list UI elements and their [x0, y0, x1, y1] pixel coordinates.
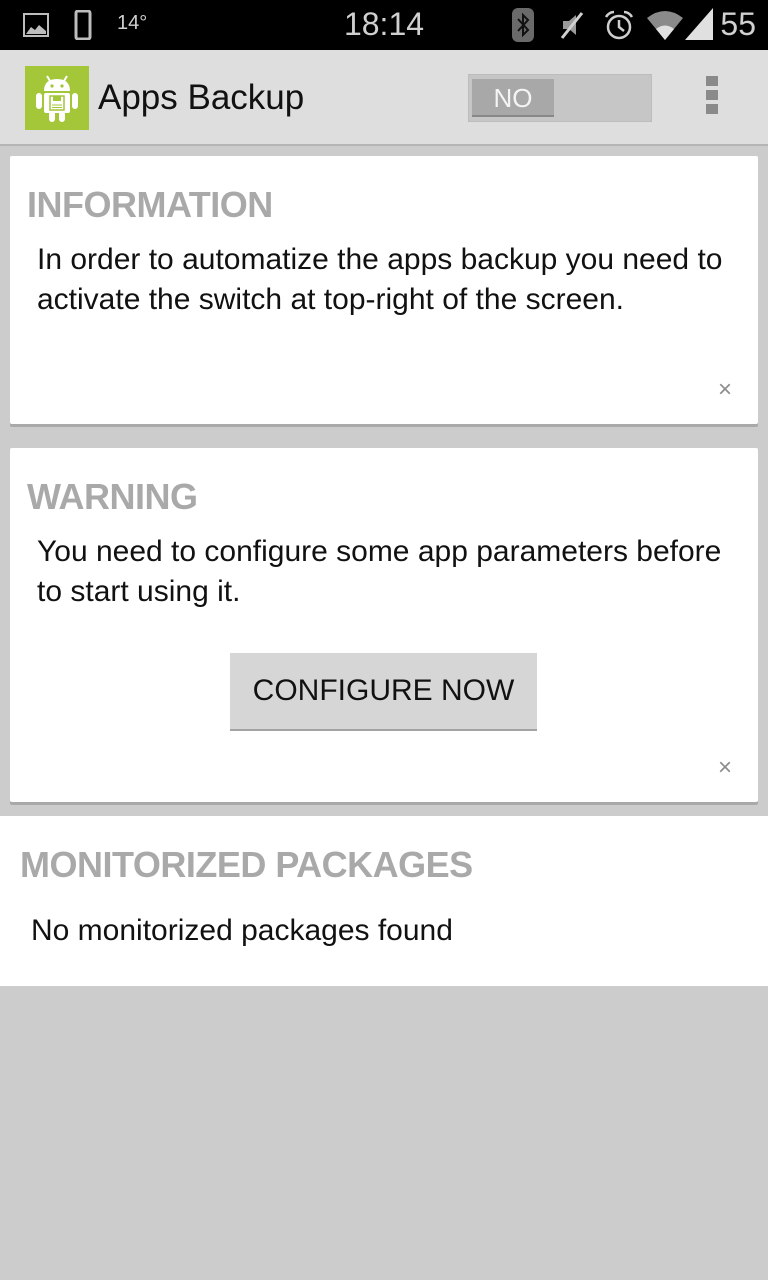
signal-icon [685, 8, 713, 40]
information-title: INFORMATION [27, 184, 273, 225]
wifi-icon [647, 11, 683, 40]
auto-backup-switch[interactable]: NO [468, 74, 652, 122]
app-title: Apps Backup [98, 78, 305, 117]
muted-icon [560, 12, 584, 39]
close-icon[interactable]: × [718, 378, 732, 402]
bluetooth-icon [512, 8, 534, 42]
overflow-menu-icon[interactable] [704, 76, 720, 122]
action-bar: Apps Backup NO [0, 50, 768, 146]
configure-now-button[interactable]: CONFIGURE NOW [230, 653, 537, 731]
switch-thumb[interactable]: NO [472, 79, 554, 117]
monitorized-packages-section: MONITORIZED PACKAGES No monitorized pack… [0, 816, 768, 986]
android-backup-icon[interactable] [25, 66, 89, 130]
battery-level-text: 55 [720, 6, 756, 42]
information-card: INFORMATION In order to automatize the a… [10, 156, 758, 424]
alarm-icon [604, 10, 634, 40]
packages-title: MONITORIZED PACKAGES [20, 844, 473, 885]
android-robot-icon [36, 75, 78, 122]
warning-body: You need to configure some app parameter… [37, 535, 722, 608]
close-icon[interactable]: × [718, 756, 732, 780]
packages-empty-text: No monitorized packages found [31, 914, 453, 947]
warning-title: WARNING [27, 476, 198, 517]
warning-card: WARNING You need to configure some app p… [10, 448, 758, 802]
status-bar: 14° 18:14 55 [0, 0, 768, 50]
information-body: In order to automatize the apps backup y… [37, 243, 723, 316]
